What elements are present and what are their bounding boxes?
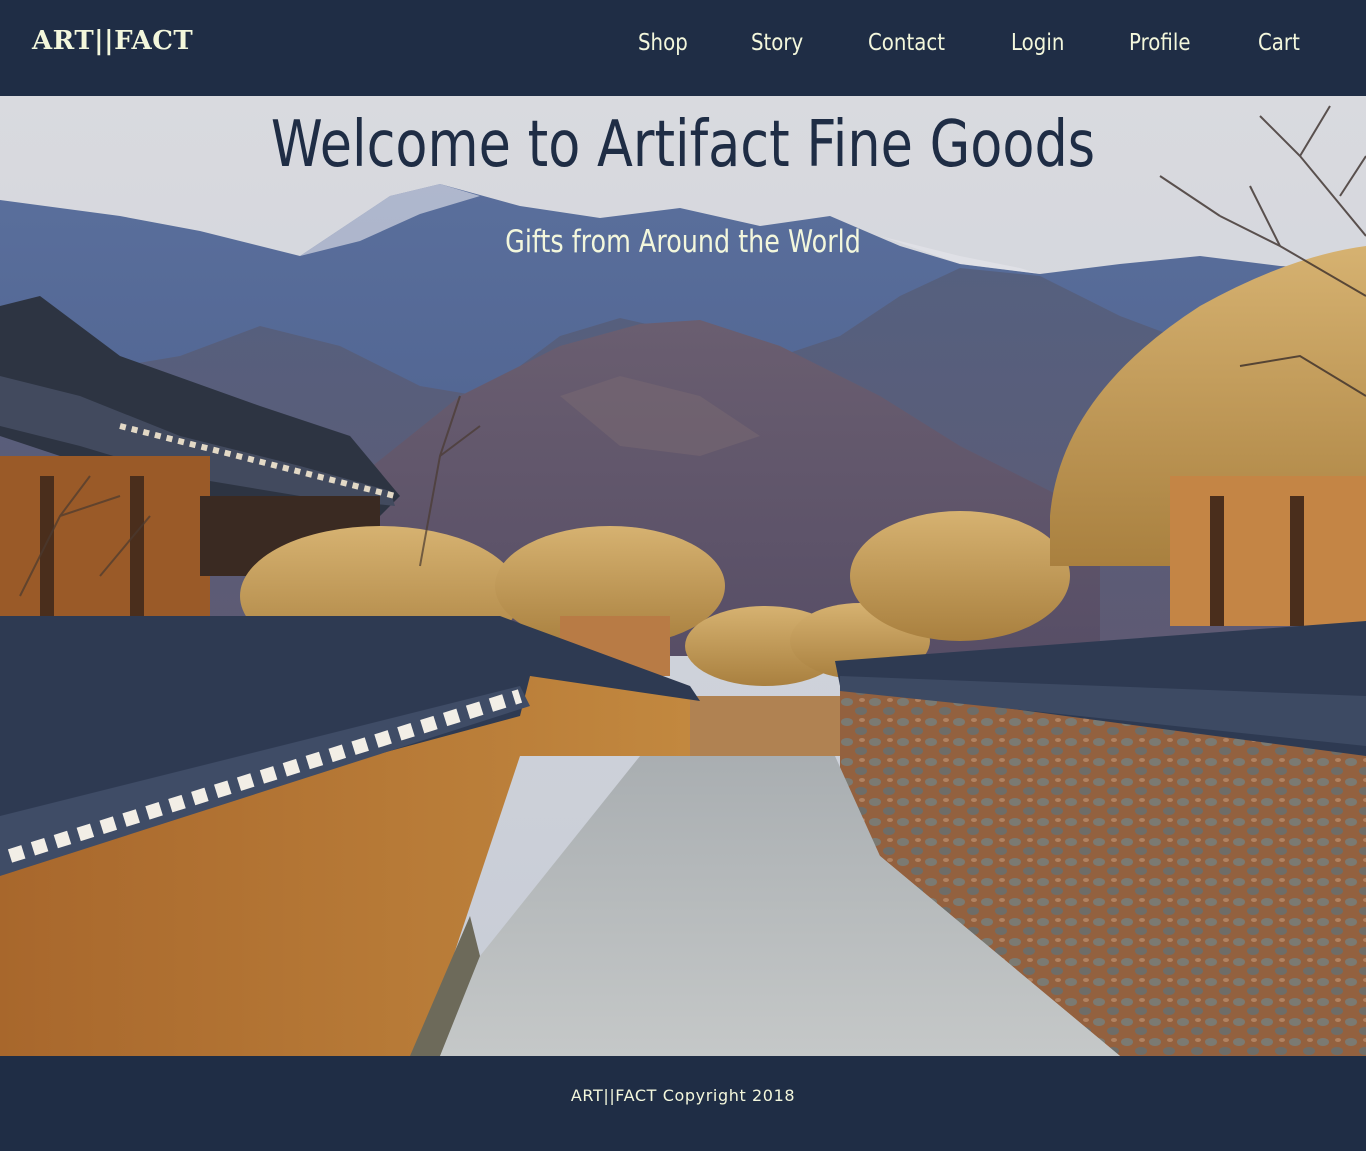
hero-title: Welcome to Artifact Fine Goods bbox=[270, 108, 1096, 182]
page-footer: ART||FACT Copyright 2018 bbox=[0, 1056, 1366, 1151]
nav-story-link[interactable]: Story bbox=[751, 30, 803, 56]
nav-contact-link[interactable]: Contact bbox=[868, 30, 945, 56]
nav-profile-link[interactable]: Profile bbox=[1129, 30, 1191, 56]
hero-banner: Welcome to Artifact Fine Goods Gifts fro… bbox=[0, 96, 1366, 1056]
top-navbar: ART||FACT Shop Story Contact Login Profi… bbox=[0, 0, 1366, 96]
site-logo[interactable]: ART||FACT bbox=[32, 26, 193, 56]
nav-cart-link[interactable]: Cart bbox=[1258, 30, 1300, 56]
hero-subtitle: Gifts from Around the World bbox=[505, 224, 861, 260]
nav-shop-link[interactable]: Shop bbox=[638, 30, 688, 56]
footer-copyright: ART||FACT Copyright 2018 bbox=[570, 1086, 796, 1105]
nav-login-link[interactable]: Login bbox=[1011, 30, 1064, 56]
